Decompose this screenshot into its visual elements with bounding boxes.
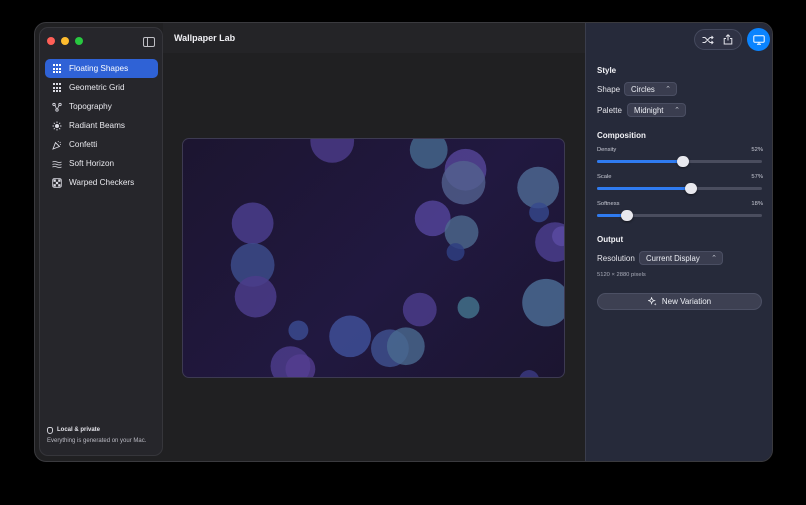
scale-label: Scale xyxy=(597,174,612,180)
resolution-label: Resolution xyxy=(597,254,635,263)
sidebar-item-label: Confetti xyxy=(69,140,98,149)
density-slider-fill xyxy=(597,160,683,163)
sidebar-item-warped-checkers[interactable]: Warped Checkers xyxy=(45,173,158,192)
zoom-window-button[interactable] xyxy=(75,37,83,45)
window-controls xyxy=(47,37,83,45)
resolution-note: 5120 × 2880 pixels xyxy=(597,272,646,278)
shuffle-icon xyxy=(702,35,714,44)
new-variation-button[interactable]: New Variation xyxy=(597,293,762,310)
scale-value: 57% xyxy=(751,174,763,180)
sidebar: Floating Shapes Geometric Grid Topograph… xyxy=(39,27,163,456)
sidebar-item-label: Geometric Grid xyxy=(69,83,125,92)
palette-label: Palette xyxy=(597,106,622,115)
style-section-title: Style xyxy=(597,66,617,75)
sidebar-item-label: Soft Horizon xyxy=(69,159,115,168)
set-desktop-button[interactable] xyxy=(747,28,770,51)
sidebar-item-label: Radiant Beams xyxy=(69,121,125,130)
app-window: Floating Shapes Geometric Grid Topograph… xyxy=(34,22,773,462)
palette-popup[interactable]: Midnight ⌃ xyxy=(627,103,686,117)
composition-section-title: Composition xyxy=(597,131,646,140)
density-slider[interactable] xyxy=(597,156,762,167)
grid-icon xyxy=(52,64,62,74)
shape-value: Circles xyxy=(631,84,655,94)
app-title: Wallpaper Lab xyxy=(174,33,236,43)
shuffle-button[interactable] xyxy=(698,30,718,49)
checkerboard-icon xyxy=(52,177,62,188)
inspector-panel: Style Shape Circles ⌃ Palette Midnight ⌃… xyxy=(585,23,772,461)
sidebar-item-radiant-beams[interactable]: Radiant Beams xyxy=(45,116,158,135)
nodes-icon xyxy=(52,102,62,112)
circles xyxy=(230,139,564,377)
scale-slider-fill xyxy=(597,187,692,190)
palette-value: Midnight xyxy=(634,105,664,115)
softness-value: 18% xyxy=(751,201,763,207)
minimize-window-button[interactable] xyxy=(61,37,69,45)
party-popper-icon xyxy=(52,140,62,150)
privacy-text: Everything is generated on your Mac. xyxy=(47,438,147,444)
sidebar-item-label: Warped Checkers xyxy=(69,178,135,187)
grid-icon xyxy=(52,83,62,93)
share-icon xyxy=(723,34,733,45)
sparkle-icon xyxy=(647,297,657,306)
output-section-title: Output xyxy=(597,235,624,244)
softness-slider[interactable] xyxy=(597,210,762,221)
new-variation-label: New Variation xyxy=(661,297,712,306)
toolbar: Wallpaper Lab xyxy=(163,23,585,53)
sidebar-item-label: Floating Shapes xyxy=(69,64,129,73)
shield-icon xyxy=(47,426,53,434)
privacy-title: Local & private xyxy=(47,426,157,434)
chevron-updown-icon: ⌃ xyxy=(674,107,680,114)
monitor-icon xyxy=(752,34,765,45)
resolution-value: Current Display xyxy=(646,253,700,263)
floating-shapes-preview xyxy=(230,139,564,377)
toolbar-actions xyxy=(694,28,770,51)
export-button[interactable] xyxy=(718,30,738,49)
sidebar-item-confetti[interactable]: Confetti xyxy=(45,135,158,154)
chevron-updown-icon: ⌃ xyxy=(665,86,671,93)
chevron-updown-icon: ⌃ xyxy=(711,255,717,262)
sidebar-item-floating-shapes[interactable]: Floating Shapes xyxy=(45,59,158,78)
sun-icon xyxy=(52,121,62,131)
waves-icon xyxy=(52,159,62,169)
sidebar-item-soft-horizon[interactable]: Soft Horizon xyxy=(45,154,158,173)
density-slider-knob[interactable] xyxy=(676,156,689,167)
softness-slider-knob[interactable] xyxy=(620,210,633,221)
density-label: Density xyxy=(597,147,617,153)
scale-slider[interactable] xyxy=(597,183,762,194)
scale-slider-knob[interactable] xyxy=(685,183,698,194)
sidebar-item-topography[interactable]: Topography xyxy=(45,97,158,116)
sidebar-item-geometric-grid[interactable]: Geometric Grid xyxy=(45,78,158,97)
toolbar-button-group xyxy=(694,29,742,50)
density-value: 52% xyxy=(751,147,763,153)
close-window-button[interactable] xyxy=(47,37,55,45)
wallpaper-preview xyxy=(182,138,565,378)
shape-label: Shape xyxy=(597,85,621,94)
sidebar-item-label: Topography xyxy=(69,102,112,111)
resolution-popup[interactable]: Current Display ⌃ xyxy=(639,251,723,265)
softness-label: Softness xyxy=(597,201,620,207)
privacy-note: Local & private Everything is generated … xyxy=(47,426,157,445)
style-list: Floating Shapes Geometric Grid Topograph… xyxy=(45,59,158,192)
shape-popup[interactable]: Circles ⌃ xyxy=(624,82,677,96)
sidebar-toggle-icon[interactable] xyxy=(143,37,155,47)
